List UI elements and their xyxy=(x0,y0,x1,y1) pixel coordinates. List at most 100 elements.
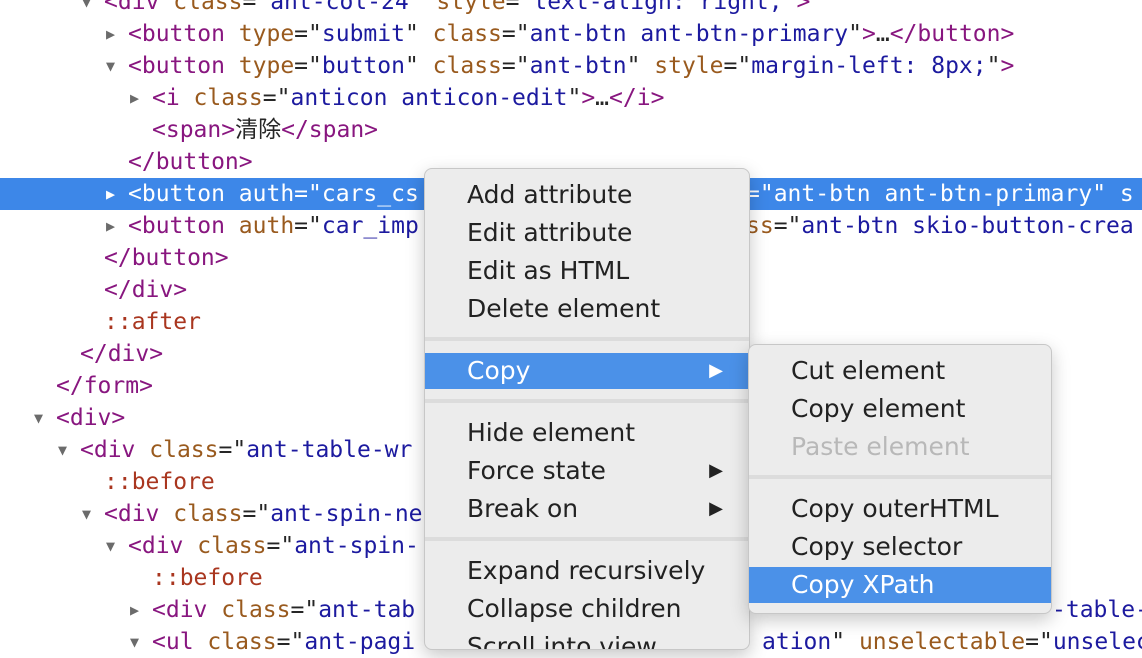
menu-item-break-on[interactable]: Break on ▶ xyxy=(425,491,749,527)
node-punctuation: =" xyxy=(501,53,530,79)
menu-item-add-attribute[interactable]: Add attribute xyxy=(425,177,749,213)
node-punctuation: =" xyxy=(501,21,530,47)
node-punctuation: " xyxy=(848,21,862,47)
menu-item-expand-recursively[interactable]: Expand recursively xyxy=(425,553,749,589)
node-attr-value: submit xyxy=(321,21,405,47)
node-tag: </button> xyxy=(104,245,229,271)
dom-node-row-fragment: ="ant-btn ant-btn-primary" s xyxy=(746,178,1134,210)
node-attr-value: text-align: right; xyxy=(533,0,783,15)
menu-item-label: Copy selector xyxy=(791,532,963,561)
expand-triangle-icon[interactable]: ▶ xyxy=(106,178,128,210)
node-attr-value: ant-btn ant-btn-primary xyxy=(773,181,1093,207)
menu-item-copy-selector[interactable]: Copy selector xyxy=(749,529,1051,565)
context-menu: Add attribute Edit attribute Edit as HTML D… xyxy=(424,168,750,650)
node-pseudo-element: ::before xyxy=(152,565,263,591)
node-punctuation: =" xyxy=(262,85,291,111)
collapse-triangle-icon[interactable]: ▼ xyxy=(106,50,128,82)
menu-item-label: Copy element xyxy=(791,394,966,423)
menu-item-hide-element[interactable]: Hide element xyxy=(425,415,749,451)
node-punctuation: =" xyxy=(1025,629,1053,655)
node-attr-value: ant-btn ant-btn-primary xyxy=(529,21,849,47)
node-attr-name: class xyxy=(432,21,502,47)
collapse-triangle-icon[interactable]: ▼ xyxy=(130,626,152,658)
menu-item-label: Cut element xyxy=(791,356,946,385)
dom-node-row[interactable]: ▶ <button type="submit" class="ant-btn an… xyxy=(0,18,1142,50)
menu-item-copy-xpath[interactable]: Copy XPath xyxy=(749,567,1051,603)
node-tag: <div xyxy=(80,437,150,463)
copy-submenu: Cut element Copy element Paste element Copy… xyxy=(748,344,1052,614)
node-punctuation: =" xyxy=(276,629,305,655)
menu-item-label: Copy XPath xyxy=(791,570,935,599)
node-pseudo-element: ::after xyxy=(104,309,201,335)
menu-item-delete-element[interactable]: Delete element xyxy=(425,291,749,327)
node-attr-name: ss xyxy=(746,213,774,239)
menu-item-collapse-children[interactable]: Collapse children xyxy=(425,591,749,627)
expand-triangle-icon[interactable]: ▶ xyxy=(106,18,128,50)
menu-separator xyxy=(749,475,1051,479)
node-attr-value: margin-left: 8px; xyxy=(751,53,987,79)
expand-triangle-icon[interactable]: ▶ xyxy=(106,210,128,242)
menu-item-edit-as-html[interactable]: Edit as HTML xyxy=(425,253,749,289)
node-tag: <i xyxy=(152,85,194,111)
node-tag: </span> xyxy=(281,117,379,143)
node-tag: <div xyxy=(128,533,198,559)
menu-item-paste-element: Paste element xyxy=(749,429,1051,465)
node-attr-value: ant-table-wr xyxy=(246,437,413,463)
collapse-triangle-icon[interactable]: ▼ xyxy=(34,402,56,434)
menu-item-label: Break on xyxy=(467,494,579,523)
node-attr-name: class xyxy=(432,53,502,79)
node-tag: </form> xyxy=(56,373,153,399)
menu-item-label: Collapse children xyxy=(467,594,682,623)
dom-node-row[interactable]: ▶ <i class="anticon anticon-edit">…</i> xyxy=(0,82,1142,114)
dom-node-row-fragment: ation" unselectable="unselec xyxy=(762,626,1142,658)
node-tag: > xyxy=(1000,53,1015,79)
menu-item-copy-element[interactable]: Copy element xyxy=(749,391,1051,427)
submenu-arrow-icon: ▶ xyxy=(709,360,723,381)
menu-item-label: Copy xyxy=(467,356,531,385)
node-attr-value: -table- xyxy=(1052,597,1142,623)
collapse-triangle-icon[interactable]: ▼ xyxy=(58,434,80,466)
menu-item-copy-outerhtml[interactable]: Copy outerHTML xyxy=(749,491,1051,527)
menu-item-label: Edit attribute xyxy=(467,218,633,247)
dom-node-row[interactable]: ▼ <div class="ant-col-24" style="text-ali… xyxy=(0,0,1142,18)
node-attr-value: ant-col-24 xyxy=(270,0,409,15)
expand-triangle-icon[interactable]: ▶ xyxy=(130,594,152,626)
collapse-triangle-icon[interactable]: ▼ xyxy=(82,0,104,18)
menu-item-cut-element[interactable]: Cut element xyxy=(749,353,1051,389)
node-attr-value: ant-btn xyxy=(529,53,627,79)
node-attr-name: type xyxy=(238,21,295,47)
node-punctuation: =" xyxy=(242,501,271,527)
node-tag: </div> xyxy=(104,277,188,303)
node-attr-name: unselectable xyxy=(858,629,1026,655)
node-attr-name: auth xyxy=(238,181,295,207)
menu-item-label: Edit as HTML xyxy=(467,256,630,285)
node-tag: <button xyxy=(128,213,239,239)
node-attr-value: ation xyxy=(762,629,832,655)
node-punctuation: " xyxy=(831,629,859,655)
expand-triangle-icon[interactable]: ▶ xyxy=(130,82,152,114)
node-tag: <div> xyxy=(56,405,126,431)
node-tag: <ul xyxy=(152,629,208,655)
dom-node-row[interactable]: <span>清除</span> xyxy=(0,114,1142,146)
menu-item-edit-attribute[interactable]: Edit attribute xyxy=(425,215,749,251)
dom-node-row[interactable]: ▼ <button type="button" class="ant-btn" s… xyxy=(0,50,1142,82)
node-punctuation: =" xyxy=(294,213,322,239)
menu-item-copy[interactable]: Copy ▶ xyxy=(425,353,749,389)
node-punctuation: " xyxy=(404,53,433,79)
node-attr-value: ant-tab xyxy=(318,597,416,623)
collapse-triangle-icon[interactable]: ▼ xyxy=(82,498,104,530)
node-attr-name: type xyxy=(238,53,295,79)
node-tag: > xyxy=(581,85,596,111)
node-punctuation: =" xyxy=(294,181,322,207)
node-attr-name: s xyxy=(1119,181,1134,207)
node-attr-name: class xyxy=(173,501,243,527)
node-attr-value: ant-pagi xyxy=(304,629,416,655)
node-tag: > xyxy=(861,21,876,47)
collapse-triangle-icon[interactable]: ▼ xyxy=(106,530,128,562)
node-punctuation: =" xyxy=(773,213,802,239)
menu-item-label: Copy outerHTML xyxy=(791,494,999,523)
node-attr-name: auth xyxy=(238,213,295,239)
submenu-arrow-icon: ▶ xyxy=(709,498,723,519)
menu-item-force-state[interactable]: Force state ▶ xyxy=(425,453,749,489)
menu-item-label: Delete element xyxy=(467,294,661,323)
